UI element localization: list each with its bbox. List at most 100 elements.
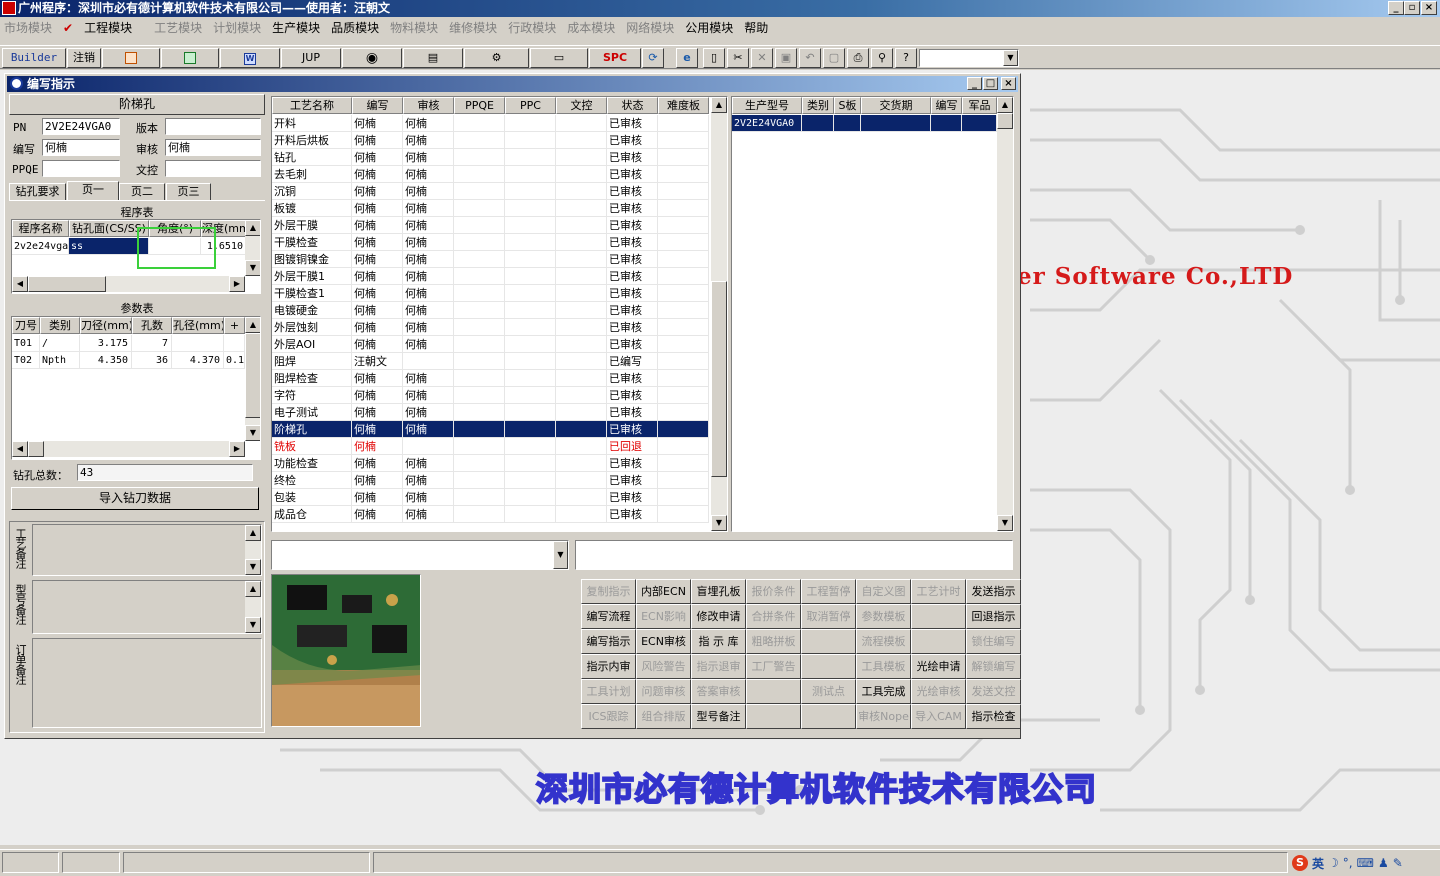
action-button[interactable]: 内部ECN [636, 579, 691, 604]
action-button[interactable]: 审核Nope [856, 704, 911, 729]
writer-field[interactable]: 何楠 [42, 139, 120, 156]
moon-icon[interactable]: ☽ [1328, 856, 1339, 870]
process-doccontrol-cell[interactable] [556, 489, 607, 506]
param-holesize-cell[interactable] [172, 335, 224, 352]
note-input[interactable] [575, 540, 1013, 570]
process-doccontrol-cell[interactable] [556, 285, 607, 302]
process-writer-cell[interactable]: 何楠 [352, 506, 403, 523]
process-difficulty-cell[interactable] [658, 353, 709, 370]
process-difficulty-cell[interactable] [658, 421, 709, 438]
scroll-down-icon[interactable]: ▼ [711, 515, 727, 531]
scroll-right-icon[interactable]: ▶ [229, 276, 245, 292]
process-writer-cell[interactable]: 何楠 [352, 302, 403, 319]
powerpoint-button[interactable] [102, 48, 160, 68]
process-difficulty-cell[interactable] [658, 217, 709, 234]
process-status-cell[interactable]: 已审核 [607, 132, 658, 149]
process-ppqe-cell[interactable] [454, 200, 505, 217]
process-ppc-cell[interactable] [505, 421, 556, 438]
print-button[interactable]: ⎙ [847, 48, 869, 68]
process-difficulty-cell[interactable] [658, 455, 709, 472]
process-name-cell[interactable]: 钻孔 [272, 149, 352, 166]
tab-page-two[interactable]: 页二 [119, 183, 165, 201]
undo-button[interactable]: ↶ [799, 48, 821, 68]
process-name-cell[interactable]: 开料 [272, 115, 352, 132]
param-tolerance-cell[interactable]: 0.1 [224, 352, 245, 369]
action-button[interactable]: ECN审核 [636, 629, 691, 654]
scroll-down-icon[interactable]: ▼ [245, 260, 260, 276]
process-name-cell[interactable]: 终检 [272, 472, 352, 489]
process-doccontrol-cell[interactable] [556, 234, 607, 251]
scroll-down-icon[interactable]: ▼ [997, 515, 1013, 531]
child-close-button[interactable]: × [1001, 77, 1016, 90]
scroll-left-icon[interactable]: ◀ [12, 441, 28, 457]
process-reviewer-cell[interactable]: 何楠 [403, 404, 454, 421]
process-ppc-cell[interactable] [505, 149, 556, 166]
process-status-cell[interactable]: 已编写 [607, 353, 658, 370]
menu-process[interactable]: 工艺模块 [154, 19, 202, 36]
table-row[interactable]: 开料 何楠 何楠 已审核 [272, 115, 727, 132]
process-doccontrol-cell[interactable] [556, 166, 607, 183]
help-button[interactable]: ? [895, 48, 917, 68]
process-name-cell[interactable]: 电镀硬金 [272, 302, 352, 319]
process-writer-cell[interactable]: 汪朝文 [352, 353, 403, 370]
scroll-thumb[interactable] [245, 333, 260, 418]
param-hscroll[interactable]: ◀ ▶ [12, 441, 245, 457]
preview-button[interactable]: ▢ [823, 48, 845, 68]
process-status-cell[interactable]: 已审核 [607, 506, 658, 523]
process-reviewer-cell[interactable]: 何楠 [403, 217, 454, 234]
process-ppqe-cell[interactable] [454, 149, 505, 166]
process-ppqe-cell[interactable] [454, 302, 505, 319]
action-button[interactable]: 复制指示 [581, 579, 636, 604]
process-difficulty-cell[interactable] [658, 166, 709, 183]
process-ppqe-cell[interactable] [454, 132, 505, 149]
table-row[interactable]: 干膜检查 何楠 何楠 已审核 [272, 234, 727, 251]
process-name-cell[interactable]: 外层干膜 [272, 217, 352, 234]
process-doccontrol-cell[interactable] [556, 472, 607, 489]
process-reviewer-cell[interactable]: 何楠 [403, 455, 454, 472]
process-doccontrol-cell[interactable] [556, 251, 607, 268]
logout-button[interactable]: 注销 [67, 48, 101, 68]
process-difficulty-cell[interactable] [658, 251, 709, 268]
action-button[interactable]: 解锁编写 [966, 654, 1021, 679]
action-button[interactable]: 指示内审 [581, 654, 636, 679]
process-writer-cell[interactable]: 何楠 [352, 370, 403, 387]
process-difficulty-cell[interactable] [658, 200, 709, 217]
process-difficulty-cell[interactable] [658, 268, 709, 285]
process-doccontrol-cell[interactable] [556, 336, 607, 353]
param-diameter-cell[interactable]: 4.350 [80, 352, 132, 369]
doccontrol-field[interactable] [165, 160, 261, 177]
process-difficulty-cell[interactable] [658, 234, 709, 251]
process-reviewer-cell[interactable]: 何楠 [403, 336, 454, 353]
action-button[interactable]: 自定义图 [856, 579, 911, 604]
process-ppc-cell[interactable] [505, 234, 556, 251]
process-reviewer-cell[interactable]: 何楠 [403, 234, 454, 251]
action-button[interactable]: 修改申请 [691, 604, 746, 629]
process-ppqe-cell[interactable] [454, 438, 505, 455]
scroll-up-icon[interactable]: ▲ [997, 97, 1013, 113]
process-name-cell[interactable]: 图镀铜镍金 [272, 251, 352, 268]
process-reviewer-cell[interactable]: 何楠 [403, 421, 454, 438]
process-doccontrol-cell[interactable] [556, 319, 607, 336]
process-writer-cell[interactable]: 何楠 [352, 421, 403, 438]
action-button[interactable]: 答案审核 [691, 679, 746, 704]
process-writer-cell[interactable]: 何楠 [352, 285, 403, 302]
tools-icon[interactable]: ✎ [1393, 856, 1403, 870]
scroll-down-icon[interactable]: ▼ [245, 425, 260, 441]
table-row[interactable]: 阶梯孔 何楠 何楠 已审核 [272, 421, 727, 438]
process-doccontrol-cell[interactable] [556, 387, 607, 404]
version-field[interactable] [165, 118, 261, 135]
cut-button[interactable]: ✂ [727, 48, 749, 68]
scroll-down-icon[interactable]: ▼ [245, 617, 261, 633]
process-name-cell[interactable]: 外层AOI [272, 336, 352, 353]
process-status-cell[interactable]: 已审核 [607, 404, 658, 421]
ppqe-field[interactable] [42, 160, 120, 177]
process-doccontrol-cell[interactable] [556, 455, 607, 472]
table-row[interactable]: 2v2e24vga ss 1.6510 [12, 238, 260, 255]
action-button[interactable]: 工具计划 [581, 679, 636, 704]
child-minimize-button[interactable]: _ [967, 77, 982, 90]
program-hscroll[interactable]: ◀ ▶ [12, 276, 245, 292]
process-status-cell[interactable]: 已审核 [607, 387, 658, 404]
process-writer-cell[interactable]: 何楠 [352, 336, 403, 353]
builder-button[interactable]: Builder [2, 48, 66, 68]
process-difficulty-cell[interactable] [658, 149, 709, 166]
